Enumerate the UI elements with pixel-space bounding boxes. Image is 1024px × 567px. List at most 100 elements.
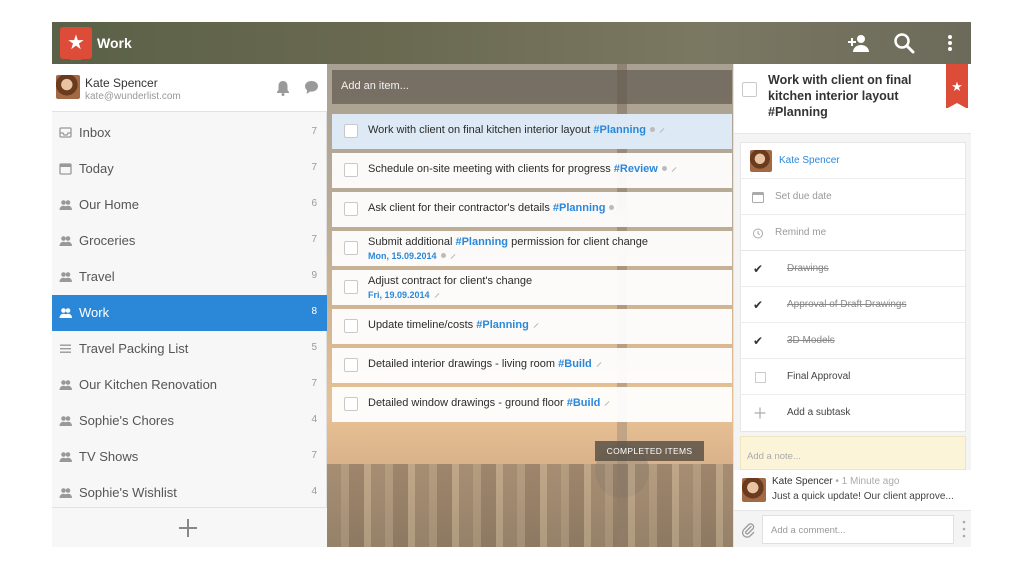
sidebar-item-count: 7 [311,450,317,461]
shared-list-icon [59,416,72,426]
comment-input[interactable]: Add a comment... [762,515,954,544]
subtask-row[interactable]: Final Approval [741,359,965,395]
assignee-name: Kate Spencer [779,155,840,166]
add-member-icon[interactable] [847,31,871,55]
task-tag[interactable]: #Build [558,358,592,370]
task-title: Ask client for their contractor's detail… [368,202,615,214]
subtask-row[interactable]: ✔ Drawings [741,251,965,287]
shared-list-icon [59,380,72,390]
sidebar-item-label: Sophie's Wishlist [79,485,177,500]
inbox-icon [59,127,72,138]
shared-list-icon [59,308,72,318]
sidebar-item-tv-shows[interactable]: TV Shows 7 [52,439,327,475]
task-checkbox[interactable] [344,241,358,255]
detail-title[interactable]: Work with client on final kitchen interi… [768,72,938,120]
sidebar-item-our-home[interactable]: Our Home 6 [52,187,327,223]
reminder-row[interactable]: Remind me [741,215,965,251]
task-title-text: Schedule on-site meeting with clients fo… [368,163,611,175]
task-row[interactable]: Detailed interior drawings - living room… [332,348,732,383]
more-vertical-icon[interactable] [938,31,962,55]
checkmark-icon[interactable]: ✔ [753,334,767,348]
note-input[interactable]: Add a note... [740,436,966,470]
task-tag[interactable]: #Review [614,163,658,175]
task-row[interactable]: Schedule on-site meeting with clients fo… [332,153,732,188]
task-tag[interactable]: #Planning [455,236,508,248]
comment-placeholder: Add a comment... [771,525,846,536]
sidebar-item-travel-packing-list[interactable]: Travel Packing List 5 [52,331,327,367]
assignee-row[interactable]: Kate Spencer [741,143,965,179]
avatar[interactable] [56,75,80,99]
completed-items-button[interactable]: COMPLETED ITEMS [595,441,704,461]
sidebar-item-our-kitchen-renovation[interactable]: Our Kitchen Renovation 7 [52,367,327,403]
checkmark-icon[interactable]: ✔ [753,298,767,312]
star-icon[interactable]: ★ [60,27,92,60]
checkmark-icon[interactable]: ✔ [753,262,767,276]
detail-checkbox[interactable] [742,82,757,97]
task-checkbox[interactable] [344,163,358,177]
plus-icon [754,407,766,419]
add-item-placeholder: Add an item... [341,80,409,92]
task-checkbox[interactable] [344,358,358,372]
app-window: ★ Work Kate Spencer kate@wunderlist.com [52,22,971,547]
task-checkbox[interactable] [344,319,358,333]
star-icon[interactable]: ★ [946,64,968,109]
sidebar-item-label: Groceries [79,233,136,248]
task-title-text: permission for client change [511,236,649,248]
sidebar-item-label: TV Shows [79,449,139,464]
task-row[interactable]: Work with client on final kitchen interi… [332,114,732,149]
task-row[interactable]: Submit additional #Planning permission f… [332,231,732,266]
sidebar-footer [52,507,327,547]
add-subtask-row[interactable]: Add a subtask [741,395,965,431]
task-title-text: Work with client on final kitchen interi… [368,124,591,136]
sidebar-item-count: 7 [311,378,317,389]
task-list: Work with client on final kitchen interi… [332,114,732,426]
sidebar-item-inbox[interactable]: Inbox 7 [52,115,327,151]
user-name: Kate Spencer [85,76,158,90]
sidebar-item-count: 7 [311,234,317,245]
sidebar-item-travel[interactable]: Travel 9 [52,259,327,295]
task-tag[interactable]: #Planning [593,124,646,136]
bell-icon[interactable] [276,80,290,96]
task-row[interactable]: Update timeline/costs #Planning [332,309,732,344]
plus-icon[interactable] [178,518,198,538]
sidebar-item-sophies-wishlist[interactable]: Sophie's Wishlist 4 [52,475,327,511]
task-checkbox[interactable] [344,124,358,138]
paperclip-icon[interactable] [741,522,755,538]
due-date-placeholder: Set due date [775,191,832,202]
task-checkbox[interactable] [344,280,358,294]
sidebar-item-today[interactable]: Today 7 [52,151,327,187]
due-date-row[interactable]: Set due date [741,179,965,215]
task-checkbox[interactable] [344,202,358,216]
sidebar-item-count: 9 [311,270,317,281]
sidebar-item-count: 4 [311,486,317,497]
chat-icon[interactable] [304,80,319,95]
task-tag[interactable]: #Planning [476,319,529,331]
sidebar-item-count: 4 [311,414,317,425]
sidebar-item-count: 7 [311,162,317,173]
task-tag[interactable]: #Planning [553,202,606,214]
task-row[interactable]: Ask client for their contractor's detail… [332,192,732,227]
search-icon[interactable] [892,31,916,55]
more-vertical-icon[interactable] [962,519,966,539]
subtask-checkbox[interactable] [755,372,766,383]
avatar [750,150,772,172]
shared-list-icon [59,452,72,462]
sidebar-item-sophies-chores[interactable]: Sophie's Chores 4 [52,403,327,439]
note-placeholder: Add a note... [747,451,801,462]
subtask-row[interactable]: ✔ 3D Models [741,323,965,359]
add-subtask-input[interactable]: Add a subtask [787,407,850,418]
add-item-input[interactable]: Add an item... [332,70,732,104]
attachment-indicator-icon [671,167,677,172]
comment-time: • 1 Minute ago [835,476,900,487]
sidebar-item-groceries[interactable]: Groceries 7 [52,223,327,259]
detail-header: Work with client on final kitchen interi… [734,64,971,134]
task-row[interactable]: Adjust contract for client's change Fri,… [332,270,732,305]
task-checkbox[interactable] [344,397,358,411]
task-row[interactable]: Detailed window drawings - ground floor … [332,387,732,422]
subtask-row[interactable]: ✔ Approval of Draft Drawings [741,287,965,323]
task-tag[interactable]: #Build [567,397,601,409]
sidebar-item-work[interactable]: Work 8 [52,295,327,331]
user-block[interactable]: Kate Spencer kate@wunderlist.com [52,64,327,112]
list-nav: Inbox 7 Today 7 Our Home 6 Groceries 7 T… [52,115,327,511]
note-indicator-icon [649,127,655,132]
